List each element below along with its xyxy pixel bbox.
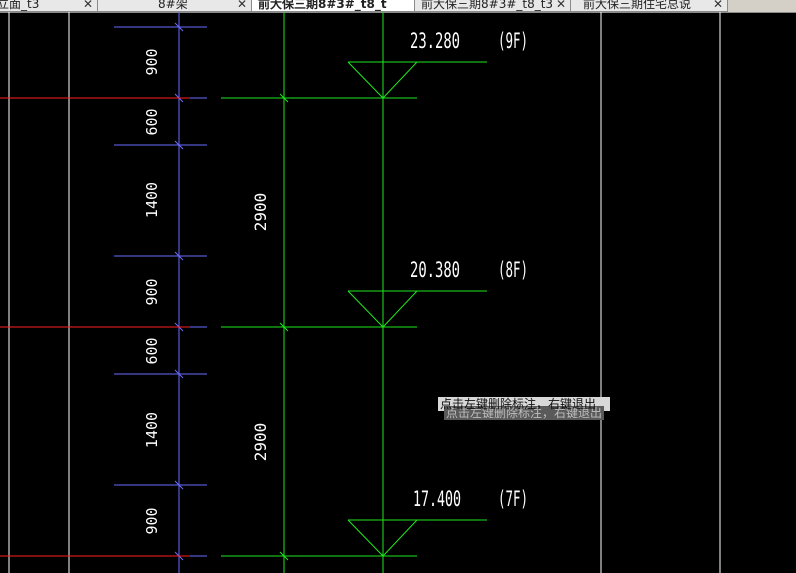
dimension-label: 900: [143, 278, 161, 305]
tab-document-1[interactable]: 立面_t3 ✕: [0, 0, 98, 12]
close-icon[interactable]: ✕: [83, 0, 93, 11]
drawing-linework: [0, 12, 721, 573]
tab-label: 立面_t3: [0, 0, 40, 11]
close-icon[interactable]: ✕: [713, 0, 723, 11]
elevation-value: 20.380: [410, 258, 460, 282]
tab-label: 前大保三期8#3#_t8_t: [258, 0, 387, 11]
floor-height-label: 2900: [251, 423, 270, 462]
floor-label: (7F): [498, 487, 528, 511]
tab-document-3-active[interactable]: 前大保三期8#3#_t8_t: [251, 0, 415, 12]
dimension-label: 900: [143, 507, 161, 534]
floor-label: (8F): [498, 258, 528, 282]
tooltip-text: 点击左键删除标注，右键退出: [440, 397, 597, 411]
dimension-label: 1400: [143, 412, 161, 448]
segment-dimension-labels: 900 600 1400 900 600 1400 900: [143, 48, 161, 534]
dimension-label: 600: [143, 337, 161, 364]
elevation-value: 17.400: [413, 487, 461, 511]
dimension-label: 900: [143, 48, 161, 75]
elevation-marker-7f[interactable]: 17.400 (7F): [347, 487, 528, 557]
close-icon[interactable]: ✕: [556, 0, 566, 11]
close-icon[interactable]: ✕: [237, 0, 247, 11]
elevation-value: 23.280: [410, 29, 460, 53]
tab-label: 8#架: [158, 0, 188, 11]
drawing-canvas[interactable]: 900 600 1400 900 600 1400 900 2900 2900 …: [0, 12, 796, 573]
tab-document-2[interactable]: 8#架 ✕: [97, 0, 252, 12]
tab-document-5[interactable]: 前大保三期住宅总说 ✕: [570, 0, 728, 12]
command-tooltip: 点击左键删除标注，右键退出 点击左键删除标注，右键退出: [438, 397, 610, 421]
dimension-label: 600: [143, 108, 161, 135]
dimension-label: 1400: [143, 182, 161, 218]
floor-height-label: 2900: [251, 193, 270, 232]
tab-document-4[interactable]: 前大保三期8#3#_t8_t3 ✕: [414, 0, 571, 12]
elevation-extension-lines: [221, 97, 417, 557]
elevation-marker-8f[interactable]: 20.380 (8F): [347, 258, 528, 328]
elevation-marker-9f[interactable]: 23.280 (9F): [347, 29, 528, 99]
tab-label: 前大保三期8#3#_t8_t3: [421, 0, 554, 11]
tab-label: 前大保三期住宅总说: [583, 0, 692, 11]
floor-label: (9F): [498, 29, 528, 53]
floor-lines: [0, 97, 190, 557]
